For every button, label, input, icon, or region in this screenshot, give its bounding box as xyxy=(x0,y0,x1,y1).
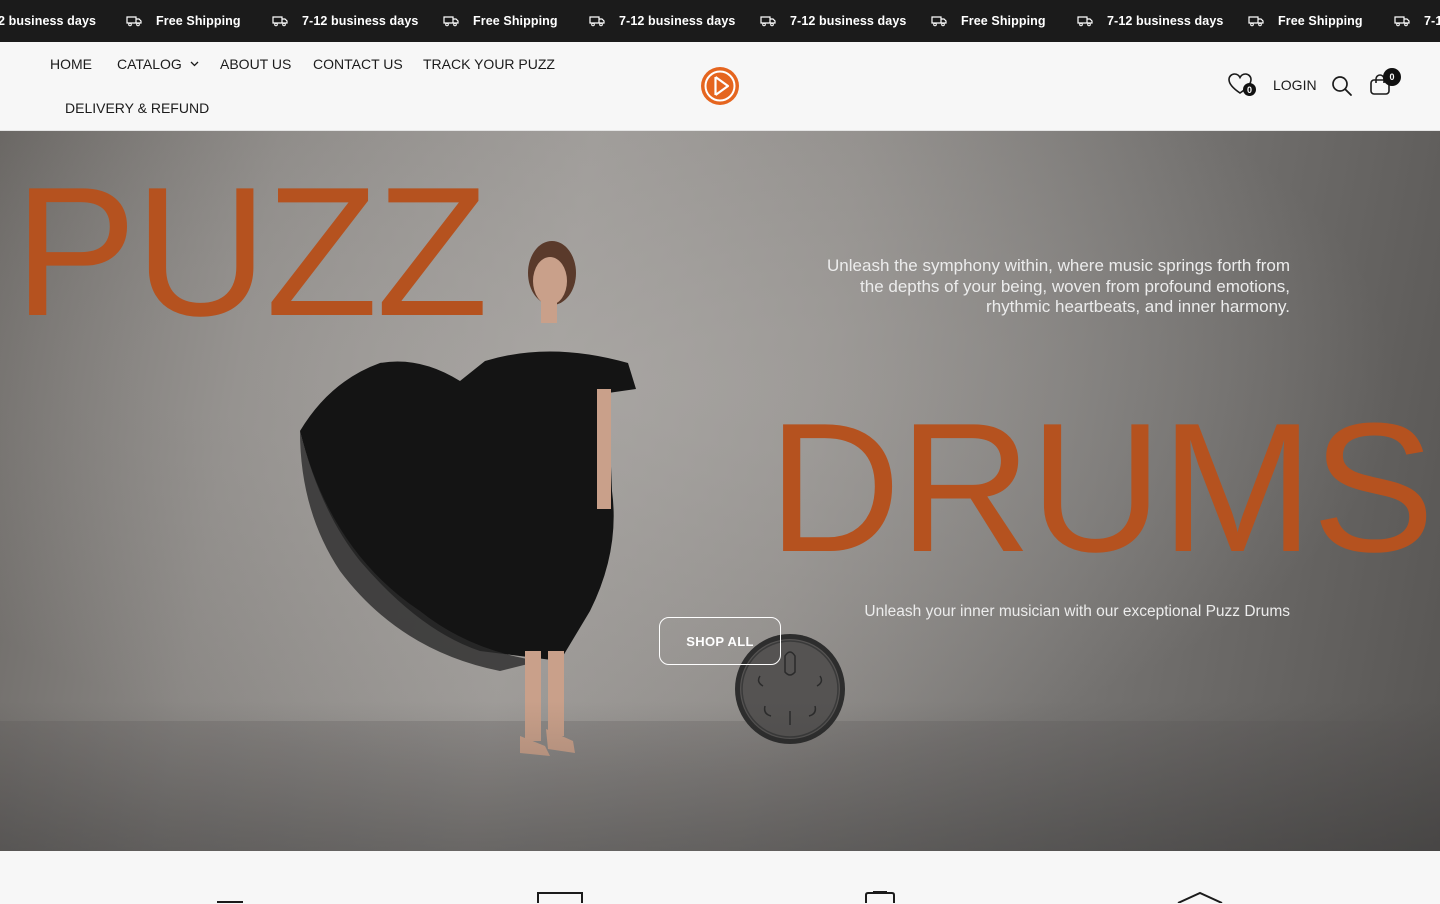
truck-icon xyxy=(931,16,947,27)
announcement-text: Free Shipping xyxy=(1278,14,1363,28)
truck-icon xyxy=(443,16,459,27)
truck-icon xyxy=(1077,16,1093,27)
announcement-item: Free Shipping xyxy=(443,0,558,42)
announcement-text: Free Shipping xyxy=(156,14,241,28)
announcement-item: 7-12 business days xyxy=(760,0,906,42)
announcement-text: 7-12 business days xyxy=(302,14,419,28)
announcement-text: 7-12 business days xyxy=(790,14,907,28)
hero-title-top: PUZZ xyxy=(14,148,488,354)
announcement-item: 7-12 business days xyxy=(272,0,418,42)
search-icon xyxy=(1332,76,1352,96)
login-link[interactable]: LOGIN xyxy=(1273,77,1317,93)
announcement-text: 7-12 business days xyxy=(1107,14,1224,28)
nav-catalog[interactable]: CATALOG xyxy=(117,56,199,72)
truck-icon xyxy=(589,16,605,27)
wishlist-count-badge: 0 xyxy=(1243,83,1256,96)
hero-subtagline: Unleash your inner musician with our exc… xyxy=(864,603,1290,620)
announcement-item: Free Shipping xyxy=(126,0,241,42)
truck-icon xyxy=(126,16,142,27)
hero-floor-shade xyxy=(0,701,1440,851)
cart-count-badge: 0 xyxy=(1383,68,1401,86)
feature-2-icon xyxy=(537,892,583,903)
announcement-text: Free Shipping xyxy=(473,14,558,28)
truck-icon xyxy=(1394,16,1410,27)
cart-button[interactable]: 0 xyxy=(1369,68,1403,98)
announcement-item: 2 business days xyxy=(0,0,96,42)
announcement-text: 2 business days xyxy=(0,14,97,28)
truck-icon xyxy=(272,16,288,27)
hero-tagline: Unleash the symphony within, where music… xyxy=(827,256,1290,316)
nav-track[interactable]: TRACK YOUR PUZZ xyxy=(423,56,555,72)
nav-contact[interactable]: CONTACT US xyxy=(313,56,403,72)
site-logo[interactable] xyxy=(699,65,741,107)
announcement-item: 7-1 xyxy=(1394,0,1440,42)
announcement-text: 7-12 business days xyxy=(619,14,736,28)
search-button[interactable] xyxy=(1331,75,1353,97)
nav-home[interactable]: HOME xyxy=(50,56,92,72)
announcement-bar: 2 business days Free Shipping 7-12 busin… xyxy=(0,0,1440,42)
shop-all-button[interactable]: SHOP ALL xyxy=(659,617,781,665)
truck-icon xyxy=(1248,16,1264,27)
truck-icon xyxy=(760,16,776,27)
hero-banner: PUZZ Unleash the symphony within, where … xyxy=(0,131,1440,851)
announcement-text: 7-1 xyxy=(1424,14,1440,28)
announcement-item: 7-12 business days xyxy=(1077,0,1223,42)
wishlist-button[interactable]: 0 xyxy=(1227,72,1257,100)
play-logo-icon xyxy=(701,67,739,105)
nav-delivery[interactable]: DELIVERY & REFUND xyxy=(65,100,209,116)
chevron-down-icon xyxy=(190,61,199,67)
feature-3-icon xyxy=(865,891,895,903)
announcement-text: Free Shipping xyxy=(961,14,1046,28)
features-strip xyxy=(0,851,1440,903)
nav-catalog-label: CATALOG xyxy=(117,56,182,72)
feature-4-icon xyxy=(1177,891,1223,903)
announcement-item: Free Shipping xyxy=(1248,0,1363,42)
site-header: HOME CATALOG ABOUT US CONTACT US TRACK Y… xyxy=(0,42,1440,131)
nav-about[interactable]: ABOUT US xyxy=(220,56,291,72)
announcement-item: 7-12 business days xyxy=(589,0,735,42)
announcement-item: Free Shipping xyxy=(931,0,1046,42)
hero-title-bottom: DRUMS xyxy=(768,384,1435,590)
feature-1-icon xyxy=(217,901,243,903)
